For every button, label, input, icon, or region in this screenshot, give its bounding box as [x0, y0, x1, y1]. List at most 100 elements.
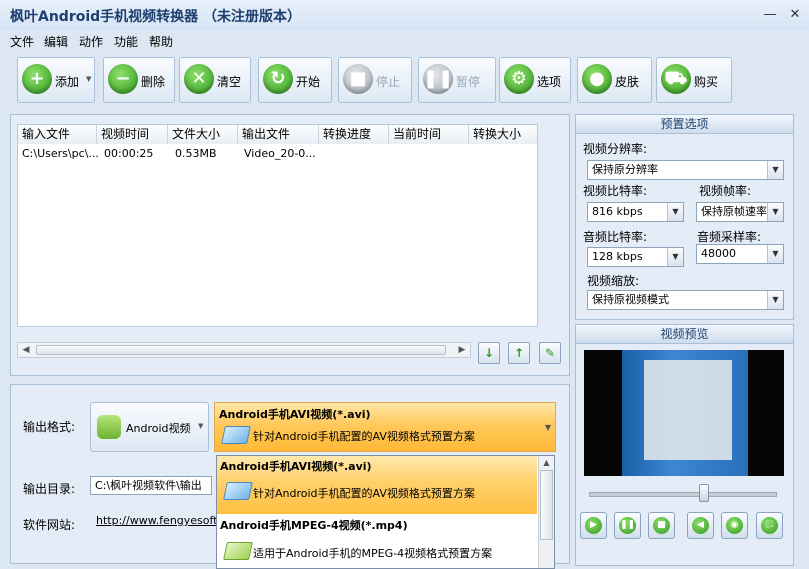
scroll-right-icon[interactable]: ▶	[455, 344, 469, 356]
format-description: 针对Android手机配置的AV视频格式预置方案	[253, 430, 475, 443]
table-cell: 0.53MB	[175, 147, 217, 160]
chevron-down-icon: ▼	[198, 422, 204, 430]
folder-icon	[223, 542, 253, 560]
fullscreen-button[interactable]: ⛶	[756, 512, 783, 539]
column-header[interactable]: 输入文件	[18, 125, 97, 144]
scrollbar-thumb[interactable]	[36, 345, 446, 355]
minimize-button[interactable]: —	[763, 8, 777, 22]
frame-rate-select[interactable]: 保持原帧速率 ▼	[696, 202, 784, 222]
scroll-up-icon[interactable]: ▲	[540, 458, 553, 467]
column-header[interactable]: 转换进度	[319, 125, 389, 144]
skin-label: 皮肤	[615, 75, 640, 89]
pause-label: 暂停	[456, 75, 481, 89]
chevron-down-icon: ▼	[667, 248, 683, 266]
audio-bitrate-value: 128 kbps	[592, 250, 643, 263]
seek-slider-thumb[interactable]	[698, 484, 709, 502]
column-header[interactable]: 当前时间	[389, 125, 469, 144]
output-dir-field[interactable]: C:\枫叶视频软件\输出	[90, 476, 212, 495]
start-button[interactable]: ↻ 开始	[258, 57, 332, 103]
folder-icon	[221, 426, 251, 444]
video-bitrate-value: 816 kbps	[592, 205, 643, 218]
scale-select[interactable]: 保持原视频模式 ▼	[587, 290, 784, 310]
file-table[interactable]: 输入文件 视频时间 文件大小 输出文件 转换进度 当前时间 转换大小 C:\Us…	[17, 124, 538, 327]
menu-function[interactable]: 功能	[114, 33, 138, 50]
play-icon: ▶	[585, 517, 602, 534]
add-button[interactable]: + 添加 ▼	[17, 57, 95, 103]
scale-value: 保持原视频模式	[592, 293, 669, 306]
apple-icon: ●	[582, 64, 612, 94]
chevron-down-icon[interactable]: ▼	[86, 75, 91, 83]
dropdown-item-title: Android手机MPEG-4视频(*.mp4)	[220, 519, 408, 532]
column-header[interactable]: 视频时间	[97, 125, 168, 144]
resolution-label: 视频分辨率:	[583, 142, 648, 156]
horizontal-scrollbar[interactable]: ◀ ▶	[17, 342, 471, 358]
dropdown-scrollbar[interactable]: ▲	[538, 456, 554, 568]
chevron-down-icon: ▼	[544, 423, 551, 432]
sample-rate-select[interactable]: 48000 ▼	[696, 244, 784, 264]
scrollbar-thumb[interactable]	[540, 470, 553, 540]
format-category-label: Android视频	[126, 422, 191, 435]
video-bitrate-label: 视频比特率:	[583, 184, 648, 198]
wrench-icon: ⚙	[504, 64, 534, 94]
table-cell	[319, 145, 389, 163]
video-frame-window	[644, 360, 732, 460]
website-link[interactable]: http://www.fengyesoft.c	[96, 514, 227, 527]
format-category-button[interactable]: Android视频 ▼	[90, 402, 209, 452]
table-cell	[389, 145, 469, 163]
menu-file[interactable]: 文件	[10, 33, 34, 50]
resolution-select[interactable]: 保持原分辨率 ▼	[587, 160, 784, 180]
close-button[interactable]: ✕	[788, 8, 802, 22]
column-header[interactable]: 文件大小	[168, 125, 238, 144]
preset-header: 预置选项	[576, 115, 793, 134]
move-up-button[interactable]: ↑	[508, 342, 530, 364]
sample-rate-label: 音频采样率:	[697, 230, 762, 244]
volume-button[interactable]: ◀	[687, 512, 714, 539]
chevron-down-icon: ▼	[767, 203, 783, 221]
menu-help[interactable]: 帮助	[149, 33, 173, 50]
clear-button[interactable]: ✕ 清空	[179, 57, 251, 103]
format-dropdown-list[interactable]: Android手机AVI视频(*.avi) 针对Android手机配置的AV视频…	[216, 455, 555, 569]
move-down-button[interactable]: ↓	[478, 342, 500, 364]
seek-slider-track[interactable]	[589, 492, 777, 497]
audio-bitrate-label: 音频比特率:	[583, 230, 648, 244]
play-button[interactable]: ▶	[580, 512, 607, 539]
buy-button[interactable]: ⛟ 购买	[656, 57, 732, 103]
scale-label: 视频缩放:	[587, 274, 640, 288]
table-cell: C:\Users\pc\...	[22, 147, 99, 160]
delete-button[interactable]: − 删除	[103, 57, 175, 103]
minus-icon: −	[108, 64, 138, 94]
video-bitrate-select[interactable]: 816 kbps ▼	[587, 202, 684, 222]
clear-x-icon: ✕	[184, 64, 214, 94]
scroll-left-icon[interactable]: ◀	[19, 344, 33, 356]
fullscreen-icon: ⛶	[761, 517, 778, 534]
table-cell	[469, 145, 537, 163]
options-button[interactable]: ⚙ 选项	[499, 57, 571, 103]
pause-preview-button[interactable]: ❚❚	[614, 512, 641, 539]
folder-icon	[223, 482, 253, 500]
menu-action[interactable]: 动作	[79, 33, 103, 50]
column-header[interactable]: 转换大小	[469, 125, 537, 144]
edit-button[interactable]: ✎	[539, 342, 561, 364]
resolution-value: 保持原分辨率	[592, 163, 658, 176]
column-header[interactable]: 输出文件	[238, 125, 319, 144]
chevron-down-icon: ▼	[767, 291, 783, 309]
delete-label: 删除	[141, 75, 166, 89]
pause-button[interactable]: ❚❚ 暂停	[418, 57, 496, 103]
snapshot-button[interactable]: ◉	[721, 512, 748, 539]
format-title: Android手机AVI视频(*.avi)	[219, 408, 371, 421]
sample-rate-value: 48000	[701, 247, 736, 260]
stop-button[interactable]: ■ 停止	[338, 57, 412, 103]
frame-rate-value: 保持原帧速率	[701, 205, 767, 218]
stop-preview-button[interactable]: ■	[648, 512, 675, 539]
skin-button[interactable]: ● 皮肤	[577, 57, 652, 103]
camera-icon: ◉	[726, 517, 743, 534]
menu-edit[interactable]: 编辑	[44, 33, 68, 50]
pause-icon: ❚❚	[619, 517, 636, 534]
dropdown-item-desc: 适用于Android手机的MPEG-4视频格式预置方案	[253, 547, 493, 560]
audio-bitrate-select[interactable]: 128 kbps ▼	[587, 247, 684, 267]
dropdown-item-mp4[interactable]: Android手机MPEG-4视频(*.mp4) 适用于Android手机的MP…	[217, 514, 537, 568]
format-select[interactable]: Android手机AVI视频(*.avi) 针对Android手机配置的AV视频…	[214, 402, 556, 452]
dropdown-item-avi[interactable]: Android手机AVI视频(*.avi) 针对Android手机配置的AV视频…	[217, 456, 537, 514]
chevron-down-icon: ▼	[767, 245, 783, 263]
start-label: 开始	[296, 75, 321, 89]
